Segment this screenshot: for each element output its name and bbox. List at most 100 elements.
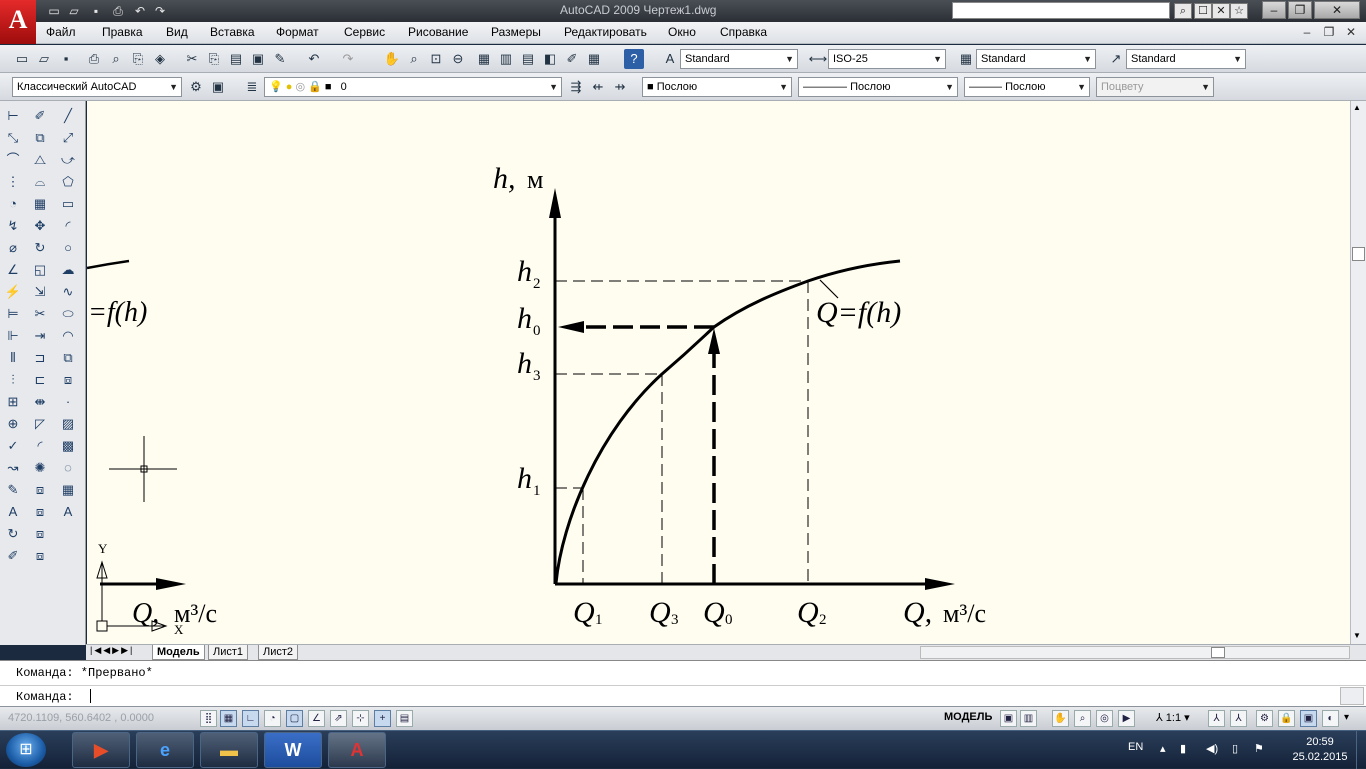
menu-format[interactable]: Формат bbox=[276, 25, 319, 39]
plot-preview-icon[interactable]: ⌕ bbox=[106, 49, 126, 69]
battery-icon[interactable]: ▯ bbox=[1232, 742, 1238, 755]
text-style-icon[interactable]: A bbox=[660, 49, 680, 69]
break-icon[interactable]: ⊏ bbox=[28, 369, 52, 391]
open-icon[interactable]: ▱ bbox=[34, 49, 54, 69]
match-properties-icon[interactable]: ✎ bbox=[270, 49, 290, 69]
baseline-icon[interactable]: ⊨ bbox=[1, 303, 25, 325]
workspace-switch-icon[interactable]: ⚙ bbox=[1256, 710, 1273, 727]
doc-restore-button[interactable]: ❐ bbox=[1322, 25, 1336, 39]
layer-select[interactable]: 💡 ● ◎ 🔒 ■ 0 ▼ bbox=[264, 77, 562, 97]
dim-text-edit-icon[interactable]: A bbox=[1, 501, 25, 523]
draworder-front-icon[interactable]: ⧈ bbox=[28, 501, 52, 523]
redo-icon[interactable]: ↷ bbox=[152, 3, 168, 19]
scroll-thumb[interactable] bbox=[1352, 247, 1365, 261]
network-icon[interactable]: ▮ bbox=[1180, 742, 1186, 755]
zoom-status-icon[interactable]: ⌕ bbox=[1074, 710, 1091, 727]
gradient-icon[interactable]: ▩ bbox=[56, 435, 80, 457]
region-icon[interactable]: ◌ bbox=[56, 457, 80, 479]
cut-icon[interactable]: ✂ bbox=[182, 49, 202, 69]
tab-model[interactable]: Модель bbox=[152, 645, 205, 660]
rotate-icon[interactable]: ↻ bbox=[28, 237, 52, 259]
polar-toggle-icon[interactable]: ◔ bbox=[264, 710, 281, 727]
linear-dim-icon[interactable]: ⊢ bbox=[1, 105, 25, 127]
dim-space-icon[interactable]: ⫴ bbox=[1, 347, 25, 369]
markup-icon[interactable]: ✐ bbox=[562, 49, 582, 69]
menu-insert[interactable]: Вставка bbox=[210, 25, 255, 39]
auto-scale-icon[interactable]: ⅄ bbox=[1230, 710, 1247, 727]
zoom-previous-icon[interactable]: ⊖ bbox=[448, 49, 468, 69]
ortho-toggle-icon[interactable]: ∟ bbox=[242, 710, 259, 727]
design-center-icon[interactable]: ▥ bbox=[496, 49, 516, 69]
aligned-dim-icon[interactable]: ⤡ bbox=[1, 127, 25, 149]
construction-line-icon[interactable]: ⤢ bbox=[56, 127, 80, 149]
extend-icon[interactable]: ⇥ bbox=[28, 325, 52, 347]
insert-block-icon[interactable]: ⧉ bbox=[56, 347, 80, 369]
zoom-realtime-icon[interactable]: ⌕ bbox=[404, 49, 424, 69]
volume-icon[interactable]: ◀) bbox=[1206, 742, 1218, 755]
circle-icon[interactable]: ○ bbox=[56, 237, 80, 259]
hardware-accel-icon[interactable]: ▣ bbox=[1300, 710, 1317, 727]
otrack-toggle-icon[interactable]: ∠ bbox=[308, 710, 325, 727]
undo-icon[interactable]: ↶ bbox=[132, 3, 148, 19]
angular-icon[interactable]: ∠ bbox=[1, 259, 25, 281]
menu-dimension[interactable]: Размеры bbox=[491, 25, 541, 39]
qnew-icon[interactable]: ▭ bbox=[12, 49, 32, 69]
hatch-icon[interactable]: ▨ bbox=[56, 413, 80, 435]
tab-nav-arrows-icon[interactable]: |◀◀▶▶| bbox=[90, 645, 134, 656]
plot-icon[interactable]: ⎙ bbox=[84, 49, 104, 69]
draworder-text-icon[interactable]: ⧈ bbox=[28, 545, 52, 567]
undo-icon[interactable]: ↶ bbox=[304, 49, 324, 69]
menu-view[interactable]: Вид bbox=[166, 25, 188, 39]
help-icon[interactable]: ? bbox=[624, 49, 644, 69]
menu-help[interactable]: Справка bbox=[720, 25, 767, 39]
minimize-button[interactable]: – bbox=[1262, 1, 1286, 19]
open-file-icon[interactable]: ▱ bbox=[66, 3, 82, 19]
new-file-icon[interactable]: ▭ bbox=[46, 3, 62, 19]
draworder-icon[interactable]: ⧈ bbox=[28, 479, 52, 501]
save-icon[interactable]: ▪ bbox=[56, 49, 76, 69]
snap-toggle-icon[interactable]: ⣿ bbox=[200, 710, 217, 727]
workspace-settings-icon[interactable]: ⚙ bbox=[186, 77, 206, 97]
explorer-folder-icon[interactable]: ▬ bbox=[200, 732, 258, 768]
copy-icon[interactable]: ⎘ bbox=[204, 49, 224, 69]
qp-toggle-icon[interactable]: ▤ bbox=[396, 710, 413, 727]
dyn-toggle-icon[interactable]: ⊹ bbox=[352, 710, 369, 727]
multileader-style-select[interactable]: Standard ▼ bbox=[1126, 49, 1246, 69]
layout-icon[interactable]: ▣ bbox=[1000, 710, 1017, 727]
draworder-back-icon[interactable]: ⧈ bbox=[28, 523, 52, 545]
publish-icon[interactable]: ⎘ bbox=[128, 49, 148, 69]
ellipse-icon[interactable]: ⬭ bbox=[56, 303, 80, 325]
revcloud-icon[interactable]: ☁ bbox=[56, 259, 80, 281]
line-icon[interactable]: ╱ bbox=[56, 105, 80, 127]
show-desktop-button[interactable] bbox=[1356, 731, 1366, 769]
diameter-icon[interactable]: ⌀ bbox=[1, 237, 25, 259]
quick-dim-icon[interactable]: ⚡ bbox=[1, 281, 25, 303]
table-style-select[interactable]: Standard ▼ bbox=[976, 49, 1096, 69]
color-select[interactable]: ■ Послою ▼ bbox=[642, 77, 792, 97]
paste-icon[interactable]: ▤ bbox=[226, 49, 246, 69]
lineweight-select[interactable]: ——— Послою ▼ bbox=[964, 77, 1090, 97]
annotation-visibility-icon[interactable]: ⅄ bbox=[1208, 710, 1225, 727]
menu-draw[interactable]: Рисование bbox=[408, 25, 468, 39]
chamfer-icon[interactable]: ◸ bbox=[28, 413, 52, 435]
join-icon[interactable]: ⇼ bbox=[28, 391, 52, 413]
sheet-set-icon[interactable]: ◧ bbox=[540, 49, 560, 69]
inspection-icon[interactable]: ✓ bbox=[1, 435, 25, 457]
spline-icon[interactable]: ∿ bbox=[56, 281, 80, 303]
horizontal-scrollbar[interactable] bbox=[920, 646, 1350, 659]
copy-object-icon[interactable]: ⧉ bbox=[28, 127, 52, 149]
ducs-toggle-icon[interactable]: ⇗ bbox=[330, 710, 347, 727]
arc-icon[interactable]: ◜ bbox=[56, 215, 80, 237]
text-style-select[interactable]: Standard ▼ bbox=[680, 49, 798, 69]
properties-icon[interactable]: ▦ bbox=[474, 49, 494, 69]
rectangle-icon[interactable]: ▭ bbox=[56, 193, 80, 215]
status-menu-icon[interactable]: ▾ bbox=[1344, 712, 1349, 723]
tab-sheet2[interactable]: Лист2 bbox=[258, 645, 299, 660]
tolerance-icon[interactable]: ⊞ bbox=[1, 391, 25, 413]
menu-file[interactable]: Файл bbox=[46, 25, 76, 39]
table-style-icon[interactable]: ▦ bbox=[956, 49, 976, 69]
mirror-icon[interactable]: ⧍ bbox=[28, 149, 52, 171]
make-current-layer-icon[interactable]: ⇶ bbox=[566, 77, 586, 97]
autocad-taskbar-icon[interactable]: A bbox=[328, 732, 386, 768]
dim-style-icon[interactable]: ⟷ bbox=[808, 49, 828, 69]
